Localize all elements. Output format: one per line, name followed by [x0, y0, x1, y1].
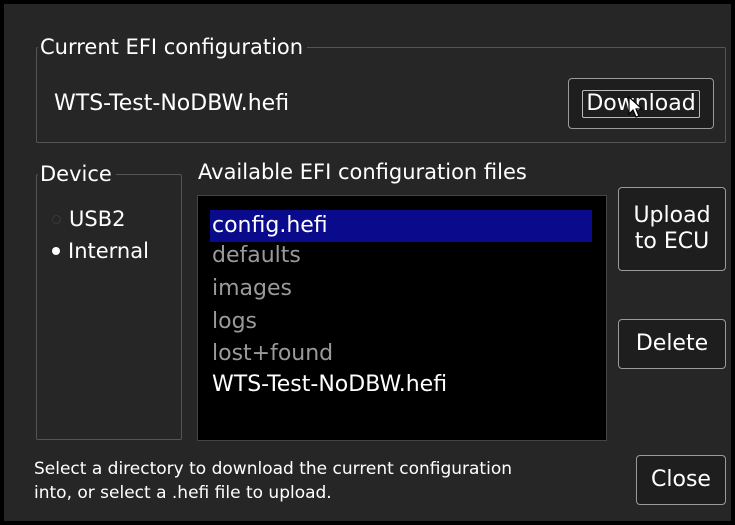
close-button[interactable]: Close — [636, 455, 726, 505]
delete-button[interactable]: Delete — [618, 319, 726, 369]
radio-unselected-icon — [52, 214, 61, 224]
file-item-wts-test[interactable]: WTS-Test-NoDBW.hefi — [212, 370, 447, 400]
current-config-filename: WTS-Test-NoDBW.hefi — [54, 91, 290, 116]
dir-item-logs[interactable]: logs — [212, 307, 257, 337]
device-option-usb2: USB2 — [52, 207, 125, 231]
upload-label-line1: Upload — [633, 203, 711, 228]
files-title: Available EFI configuration files — [198, 160, 527, 184]
dir-item-images[interactable]: images — [212, 274, 292, 304]
dir-item-defaults[interactable]: defaults — [212, 241, 301, 271]
file-item-config[interactable]: config.hefi — [212, 211, 328, 241]
radio-selected-icon — [52, 247, 60, 255]
status-line-2: into, or select a .hefi file to upload. — [34, 483, 332, 503]
mouse-cursor-icon — [628, 96, 644, 118]
dir-item-lost-found[interactable]: lost+found — [212, 339, 333, 369]
upload-label-line2: to ECU — [634, 229, 710, 254]
device-option-label: Internal — [68, 239, 149, 263]
file-list[interactable]: config.hefi defaults images logs lost+fo… — [197, 195, 607, 441]
status-line-1: Select a directory to download the curre… — [34, 459, 513, 479]
close-label: Close — [651, 467, 711, 492]
upload-to-ecu-button[interactable]: Upload to ECU — [618, 187, 726, 271]
device-option-label: USB2 — [69, 207, 126, 231]
status-text: Select a directory to download the curre… — [34, 457, 512, 505]
device-title: Device — [38, 161, 116, 187]
current-config-title: Current EFI configuration — [38, 34, 308, 60]
efi-config-dialog: Current EFI configuration WTS-Test-NoDBW… — [4, 4, 731, 521]
device-option-internal[interactable]: Internal — [52, 239, 149, 263]
delete-label: Delete — [635, 331, 709, 356]
